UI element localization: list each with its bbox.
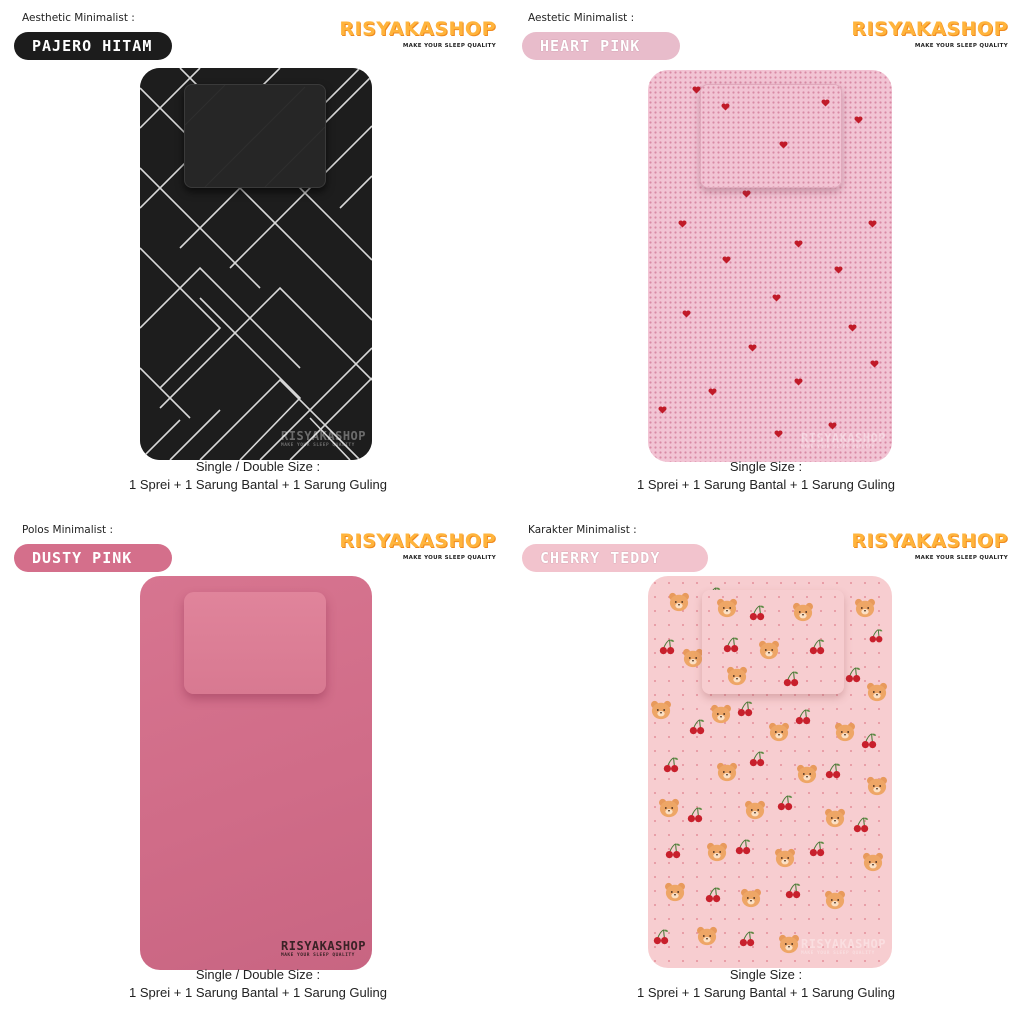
watermark-name: RISYAKASHOP — [801, 431, 886, 445]
brand-logo: RISYAKASHOP MAKE YOUR SLEEP QUALITY — [339, 530, 496, 562]
size-line: Single / Double Size : — [195, 459, 321, 474]
brand-logo: RISYAKASHOP MAKE YOUR SLEEP QUALITY — [339, 18, 496, 50]
product-name-badge: CHERRY TEDDY — [522, 544, 708, 572]
contents-line: 1 Sprei + 1 Sarung Bantal + 1 Sarung Gul… — [128, 477, 387, 492]
product-caption: Single / Double Size : 1 Sprei + 1 Sarun… — [2, 966, 514, 1002]
brand-tagline: MAKE YOUR SLEEP QUALITY — [914, 555, 1008, 561]
bedsheet-image: RISYAKASHOP MAKE YOUR SLEEP QUALITY — [140, 576, 372, 970]
product-caption: Single / Double Size : 1 Sprei + 1 Sarun… — [2, 458, 514, 494]
pillow — [700, 84, 842, 188]
contents-line: 1 Sprei + 1 Sarung Bantal + 1 Sarung Gul… — [128, 985, 387, 1000]
size-line: Single / Double Size : — [195, 967, 321, 982]
brand-tagline: MAKE YOUR SLEEP QUALITY — [914, 43, 1008, 49]
watermark: RISYAKASHOP MAKE YOUR SLEEP QUALITY — [281, 429, 366, 448]
size-line: Single Size : — [729, 459, 803, 474]
product-category: Aestetic Minimalist : — [528, 12, 635, 24]
watermark: RISYAKASHOP MAKE YOUR SLEEP QUALITY — [801, 937, 886, 956]
product-name-badge: PAJERO HITAM — [14, 32, 172, 60]
size-line: Single Size : — [729, 967, 803, 982]
product-name-badge: HEART PINK — [522, 32, 680, 60]
watermark: RISYAKASHOP MAKE YOUR SLEEP QUALITY — [281, 939, 366, 958]
brand-logo: RISYAKASHOP MAKE YOUR SLEEP QUALITY — [851, 530, 1008, 562]
brand-tagline: MAKE YOUR SLEEP QUALITY — [402, 43, 496, 49]
bedsheet-image: RISYAKASHOP MAKE YOUR SLEEP QUALITY — [648, 576, 892, 968]
product-caption: Single Size : 1 Sprei + 1 Sarung Bantal … — [510, 458, 1022, 494]
watermark-tagline: MAKE YOUR SLEEP QUALITY — [281, 953, 355, 958]
product-category: Karakter Minimalist : — [528, 524, 637, 536]
bedsheet-image: RISYAKASHOP MAKE YOUR SLEEP QUALITY — [140, 68, 372, 460]
brand-name: RISYAKASHOP — [339, 530, 496, 552]
product-card-pajero-hitam[interactable]: Aesthetic Minimalist : PAJERO HITAM RISY… — [0, 0, 512, 512]
contents-line: 1 Sprei + 1 Sarung Bantal + 1 Sarung Gul… — [636, 985, 895, 1000]
contents-line: 1 Sprei + 1 Sarung Bantal + 1 Sarung Gul… — [636, 477, 895, 492]
pillow — [184, 592, 326, 694]
watermark: RISYAKASHOP MAKE YOUR SLEEP QUALITY — [801, 431, 886, 450]
product-card-heart-pink[interactable]: Aestetic Minimalist : HEART PINK RISYAKA… — [512, 0, 1024, 512]
brand-name: RISYAKASHOP — [851, 530, 1008, 552]
watermark-name: RISYAKASHOP — [801, 937, 886, 951]
brand-logo: RISYAKASHOP MAKE YOUR SLEEP QUALITY — [851, 18, 1008, 50]
product-card-cherry-teddy[interactable]: Karakter Minimalist : CHERRY TEDDY RISYA… — [512, 512, 1024, 1024]
watermark-name: RISYAKASHOP — [281, 429, 366, 443]
brand-name: RISYAKASHOP — [339, 18, 496, 40]
pillow — [184, 84, 326, 188]
watermark-tagline: MAKE YOUR SLEEP QUALITY — [801, 445, 875, 450]
product-category: Polos Minimalist : — [22, 524, 114, 536]
product-caption: Single Size : 1 Sprei + 1 Sarung Bantal … — [510, 966, 1022, 1002]
product-card-dusty-pink[interactable]: Polos Minimalist : DUSTY PINK RISYAKASHO… — [0, 512, 512, 1024]
bedsheet-image: RISYAKASHOP MAKE YOUR SLEEP QUALITY — [648, 70, 892, 462]
watermark-tagline: MAKE YOUR SLEEP QUALITY — [281, 443, 355, 448]
product-category: Aesthetic Minimalist : — [22, 12, 135, 24]
pillow — [702, 590, 844, 694]
brand-name: RISYAKASHOP — [851, 18, 1008, 40]
brand-tagline: MAKE YOUR SLEEP QUALITY — [402, 555, 496, 561]
watermark-name: RISYAKASHOP — [281, 939, 366, 953]
watermark-tagline: MAKE YOUR SLEEP QUALITY — [801, 951, 875, 956]
product-name-badge: DUSTY PINK — [14, 544, 172, 572]
